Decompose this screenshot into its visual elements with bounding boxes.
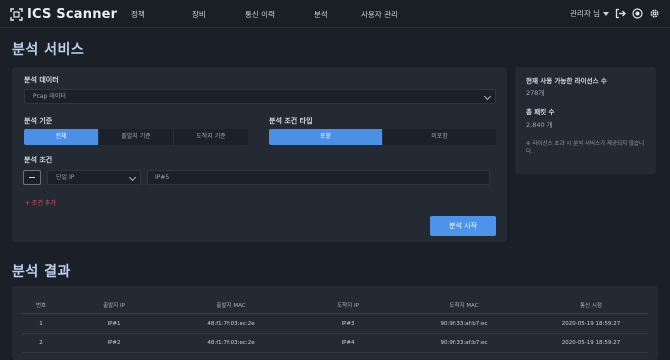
scan-frame-icon — [10, 7, 23, 21]
cell-destination-mac: 90:9f:33:af:b7:ec — [440, 321, 488, 327]
result-title: 분석 결과 — [12, 264, 71, 280]
nav-item-history[interactable]: 통신 이력 — [245, 9, 275, 20]
column-header: 번호 — [35, 303, 47, 309]
criteria-label: 분석 기준 — [24, 117, 53, 125]
condition-type-segmented-control: 포함 미포함 — [269, 129, 496, 145]
table-row[interactable]: 2 IP#2 48:f1:7f:03:ec:2e IP#4 90:9f:33:a… — [22, 334, 648, 353]
condition-type-exclude[interactable]: 미포함 — [383, 129, 496, 145]
condition-type-label: 분석 조건 타입 — [269, 117, 313, 125]
page-title: 분석 서비스 — [12, 42, 85, 58]
record-icon[interactable] — [632, 8, 643, 19]
column-header: 도착지 IP — [337, 303, 359, 309]
license-available-value: 278개 — [526, 89, 545, 97]
column-header: 통신 시점 — [580, 303, 602, 309]
logout-icon[interactable] — [615, 8, 626, 19]
cell-number: 1 — [39, 321, 43, 327]
data-select[interactable]: Pcap 데이터 — [24, 89, 496, 104]
data-select-value: Pcap 데이터 — [33, 93, 66, 100]
cell-destination-mac: 90:9f:33:af:b7:ec — [440, 340, 488, 346]
cell-destination-ip: IP#3 — [341, 321, 355, 327]
cell-source-mac: 48:f1:7f:03:ec:2e — [207, 340, 255, 346]
condition-type-include[interactable]: 포함 — [269, 129, 383, 145]
column-header: 출발지 MAC — [216, 303, 246, 309]
top-navbar: ICS Scanner 정책 장비 통신 이력 분석 사용자 관리 관리자 님 — [0, 0, 670, 28]
cell-destination-ip: IP#4 — [341, 340, 355, 346]
cell-timestamp: 2020-05-19 18:59:27 — [561, 321, 621, 327]
cell-source-mac: 48:f1:7f:03:ec:2e — [207, 321, 255, 327]
cell-source-ip: IP#1 — [107, 321, 121, 327]
license-note: ※ 라이선스 초과 시 분석 서비스가 제공되지 않습니다. — [526, 141, 645, 155]
condition-field-select[interactable]: 단일 IP — [47, 170, 141, 185]
nav-item-user-management[interactable]: 사용자 관리 — [361, 9, 398, 20]
condition-value-input[interactable]: IP#5 — [147, 170, 490, 185]
chevron-down-icon — [483, 92, 492, 101]
data-label: 분석 데이터 — [24, 76, 59, 84]
brand[interactable]: ICS Scanner — [10, 5, 117, 23]
table-header: 번호 출발지 IP 출발지 MAC 도착지 IP 도착지 MAC 통신 시점 — [22, 296, 648, 314]
license-available-label: 현재 사용 가능한 라이선스 수 — [526, 77, 607, 85]
condition-field-value: 단일 IP — [56, 174, 75, 181]
criteria-option-source[interactable]: 출발지 기준 — [99, 129, 174, 145]
user-name: 관리자 님 — [570, 9, 600, 18]
user-menu[interactable]: 관리자 님 — [570, 8, 609, 19]
criteria-option-destination[interactable]: 도착지 기준 — [174, 129, 248, 145]
chevron-down-icon — [128, 173, 137, 182]
column-header: 출발지 IP — [103, 303, 125, 309]
nav-item-devices[interactable]: 장비 — [192, 9, 206, 20]
app-title: ICS Scanner — [27, 6, 118, 22]
remove-condition-button[interactable] — [23, 170, 41, 185]
cell-timestamp: 2020-05-19 18:59:27 — [561, 340, 621, 346]
table-row[interactable]: 1 IP#1 48:f1:7f:03:ec:2e IP#3 90:9f:33:a… — [22, 315, 648, 334]
nav-item-policy[interactable]: 정책 — [131, 9, 145, 20]
add-condition-link[interactable]: + 조건 추가 — [25, 198, 56, 207]
column-header: 도착지 MAC — [449, 303, 479, 309]
gear-icon[interactable] — [649, 8, 660, 19]
chevron-down-icon — [603, 11, 609, 16]
nav-item-analysis[interactable]: 분석 — [314, 9, 328, 20]
criteria-option-all[interactable]: 전체 — [24, 129, 99, 145]
condition-label: 분석 조건 — [24, 156, 53, 164]
cell-number: 2 — [39, 340, 43, 346]
cell-source-ip: IP#2 — [107, 340, 121, 346]
criteria-segmented-control: 전체 출발지 기준 도착지 기준 — [24, 129, 248, 145]
start-analysis-button[interactable]: 분석 시작 — [430, 216, 496, 236]
total-packets-label: 총 패킷 수 — [526, 108, 555, 116]
total-packets-value: 2,840 개 — [526, 121, 553, 129]
